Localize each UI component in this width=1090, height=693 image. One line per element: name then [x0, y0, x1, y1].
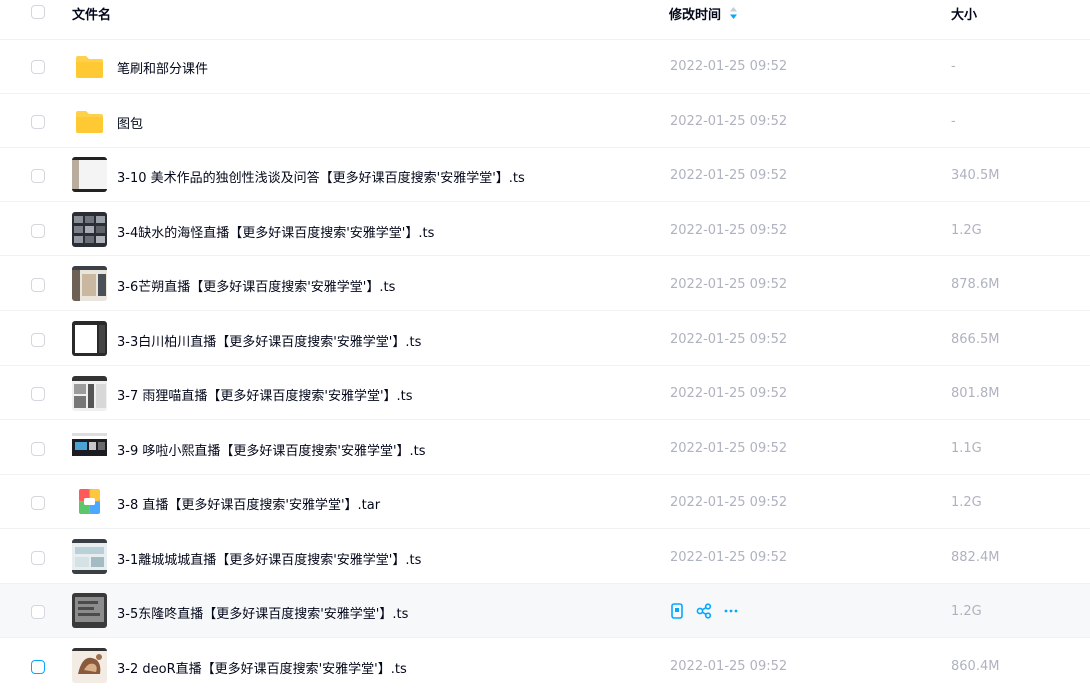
file-name[interactable]: 3-2 deoR直播【更多好课百度搜索'安雅学堂'】.ts — [117, 658, 407, 677]
video-thumbnail — [72, 212, 107, 247]
row-checkbox[interactable] — [31, 442, 45, 456]
modified-time: 2022-01-25 09:52 — [670, 659, 788, 674]
modified-time: 2022-01-25 09:52 — [670, 114, 788, 129]
video-thumbnail — [72, 648, 107, 683]
row-checkbox[interactable] — [31, 551, 45, 565]
column-header-time[interactable]: 修改时间 — [669, 4, 721, 23]
file-row[interactable]: 3-4缺水的海怪直播【更多好课百度搜索'安雅学堂'】.ts 2022-01-25… — [0, 202, 1090, 256]
file-row[interactable]: 图包 2022-01-25 09:52 - — [0, 94, 1090, 148]
video-thumbnail — [72, 376, 107, 411]
file-name[interactable]: 笔刷和部分课件 — [117, 58, 208, 77]
folder-icon — [72, 104, 107, 139]
modified-time: 2022-01-25 09:52 — [670, 441, 788, 456]
file-size: 801.8M — [951, 386, 1000, 401]
file-name[interactable]: 图包 — [117, 113, 143, 132]
file-name[interactable]: 3-5东隆咚直播【更多好课百度搜索'安雅学堂'】.ts — [117, 603, 408, 622]
video-thumbnail — [72, 157, 107, 192]
video-thumbnail — [72, 266, 107, 301]
file-row[interactable]: 3-10 美术作品的独创性浅谈及问答【更多好课百度搜索'安雅学堂'】.ts 20… — [0, 148, 1090, 202]
column-header-size[interactable]: 大小 — [951, 4, 977, 23]
video-thumbnail — [72, 539, 107, 574]
file-row[interactable]: 3-1離城城城直播【更多好课百度搜索'安雅学堂'】.ts 2022-01-25 … — [0, 530, 1090, 584]
file-name[interactable]: 3-7 雨狸喵直播【更多好课百度搜索'安雅学堂'】.ts — [117, 385, 413, 404]
modified-time: 2022-01-25 09:52 — [670, 223, 788, 238]
row-checkbox[interactable] — [31, 333, 45, 347]
share-icon[interactable] — [695, 602, 712, 619]
row-actions — [668, 602, 739, 619]
row-checkbox[interactable] — [31, 605, 45, 619]
modified-time: 2022-01-25 09:52 — [670, 332, 788, 347]
file-name[interactable]: 3-10 美术作品的独创性浅谈及问答【更多好课百度搜索'安雅学堂'】.ts — [117, 167, 525, 186]
sort-icon[interactable] — [729, 5, 738, 24]
modified-time: 2022-01-25 09:52 — [670, 168, 788, 183]
file-name[interactable]: 3-6芒朔直播【更多好课百度搜索'安雅学堂'】.ts — [117, 276, 395, 295]
modified-time: 2022-01-25 09:52 — [670, 277, 788, 292]
video-thumbnail — [72, 430, 107, 465]
row-checkbox[interactable] — [31, 60, 45, 74]
file-list-header: 文件名 修改时间 大小 — [0, 0, 1090, 40]
archive-icon — [72, 484, 107, 519]
file-row[interactable]: 3-3白川柏川直播【更多好课百度搜索'安雅学堂'】.ts 2022-01-25 … — [0, 312, 1090, 366]
file-size: 860.4M — [951, 659, 1000, 674]
modified-time: 2022-01-25 09:52 — [670, 550, 788, 565]
file-size: 1.2G — [951, 223, 982, 238]
file-size: 340.5M — [951, 168, 1000, 183]
file-size: 1.2G — [951, 495, 982, 510]
file-size: 882.4M — [951, 550, 1000, 565]
file-size: - — [951, 114, 956, 129]
select-all-checkbox[interactable] — [31, 5, 45, 19]
modified-time: 2022-01-25 09:52 — [670, 386, 788, 401]
row-checkbox[interactable] — [31, 387, 45, 401]
modified-time: 2022-01-25 09:52 — [670, 59, 788, 74]
file-size: 1.1G — [951, 441, 982, 456]
row-checkbox[interactable] — [31, 278, 45, 292]
file-size: - — [951, 59, 956, 74]
row-checkbox[interactable] — [31, 169, 45, 183]
file-name[interactable]: 3-9 哆啦小熙直播【更多好课百度搜索'安雅学堂'】.ts — [117, 440, 426, 459]
file-row[interactable]: 3-6芒朔直播【更多好课百度搜索'安雅学堂'】.ts 2022-01-25 09… — [0, 257, 1090, 311]
file-row[interactable]: 笔刷和部分课件 2022-01-25 09:52 - — [0, 40, 1090, 94]
file-row[interactable]: 3-7 雨狸喵直播【更多好课百度搜索'安雅学堂'】.ts 2022-01-25 … — [0, 366, 1090, 420]
file-name[interactable]: 3-4缺水的海怪直播【更多好课百度搜索'安雅学堂'】.ts — [117, 222, 434, 241]
row-checkbox[interactable] — [31, 496, 45, 510]
video-thumbnail — [72, 321, 107, 356]
file-name[interactable]: 3-3白川柏川直播【更多好课百度搜索'安雅学堂'】.ts — [117, 331, 421, 350]
file-row[interactable]: 3-8 直播【更多好课百度搜索'安雅学堂'】.tar 2022-01-25 09… — [0, 475, 1090, 529]
file-row[interactable]: 3-9 哆啦小熙直播【更多好课百度搜索'安雅学堂'】.ts 2022-01-25… — [0, 421, 1090, 475]
row-checkbox[interactable] — [31, 115, 45, 129]
file-name[interactable]: 3-1離城城城直播【更多好课百度搜索'安雅学堂'】.ts — [117, 549, 421, 568]
column-header-name[interactable]: 文件名 — [72, 4, 111, 23]
mobile-icon[interactable] — [668, 602, 685, 619]
modified-time: 2022-01-25 09:52 — [670, 495, 788, 510]
file-name[interactable]: 3-8 直播【更多好课百度搜索'安雅学堂'】.tar — [117, 494, 380, 513]
file-row[interactable]: 3-5东隆咚直播【更多好课百度搜索'安雅学堂'】.ts 1.2G — [0, 584, 1090, 638]
row-checkbox[interactable] — [31, 660, 45, 674]
video-thumbnail — [72, 593, 107, 628]
folder-icon — [72, 49, 107, 84]
file-size: 878.6M — [951, 277, 1000, 292]
row-checkbox[interactable] — [31, 224, 45, 238]
more-icon[interactable] — [722, 602, 739, 619]
file-row[interactable]: 3-2 deoR直播【更多好课百度搜索'安雅学堂'】.ts 2022-01-25… — [0, 639, 1090, 693]
file-size: 866.5M — [951, 332, 1000, 347]
file-size: 1.2G — [951, 604, 982, 619]
